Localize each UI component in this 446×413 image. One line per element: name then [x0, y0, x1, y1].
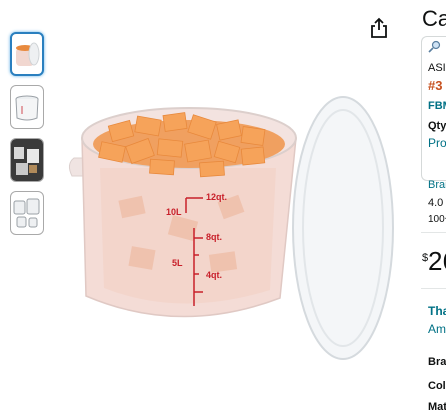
share-button[interactable]	[369, 17, 389, 39]
container-set-thumb	[13, 198, 40, 228]
share-icon	[371, 17, 387, 38]
spec-color-label: Colo	[428, 380, 446, 392]
spec-material-label: Mate	[428, 401, 446, 413]
spec-brand-label: Bran	[428, 356, 446, 368]
rating-value: 4.0 ★	[428, 196, 446, 209]
price-value: 26	[428, 246, 446, 276]
asin-label: ASI	[428, 62, 446, 74]
capacity-label-5l: 5L	[172, 258, 183, 268]
divider	[421, 288, 446, 289]
thumbnail-4[interactable]	[10, 191, 44, 235]
thumbnail-1[interactable]	[10, 32, 44, 76]
product-title[interactable]: Ca	[422, 6, 446, 32]
capacity-label-4qt: 4qt.	[206, 270, 223, 280]
rank-badge: #3	[428, 78, 443, 93]
food-container-with-cantaloupe-thumb	[16, 42, 40, 66]
thanks-link[interactable]: Than	[428, 304, 446, 318]
reviews-count: 100+	[428, 214, 446, 225]
capacity-label-12qt: 12qt.	[206, 192, 228, 202]
qty-label: Qty	[428, 120, 446, 132]
pro-link[interactable]: Pro	[428, 136, 446, 150]
capacity-label-10l: 10L	[166, 207, 182, 217]
thumbnail-3[interactable]	[10, 138, 44, 182]
magnifier-icon	[428, 40, 442, 57]
food-storage-container-image	[68, 96, 394, 360]
capacity-label-8qt: 8qt.	[206, 232, 223, 242]
amazon-link[interactable]: Ama	[428, 322, 446, 336]
round-container-thumb	[15, 95, 39, 121]
rating-number: 4.0	[428, 197, 444, 209]
kitchen-lifestyle-thumb	[11, 139, 43, 181]
thumbnail-list	[10, 32, 46, 244]
thumbnail-2[interactable]	[10, 85, 44, 129]
brand-link[interactable]: Bran	[428, 179, 446, 191]
divider	[421, 232, 446, 233]
fbm-link[interactable]: FBM	[428, 100, 446, 112]
main-product-image[interactable]: 12qt. 10L 8qt. 5L 4qt.	[60, 78, 400, 368]
